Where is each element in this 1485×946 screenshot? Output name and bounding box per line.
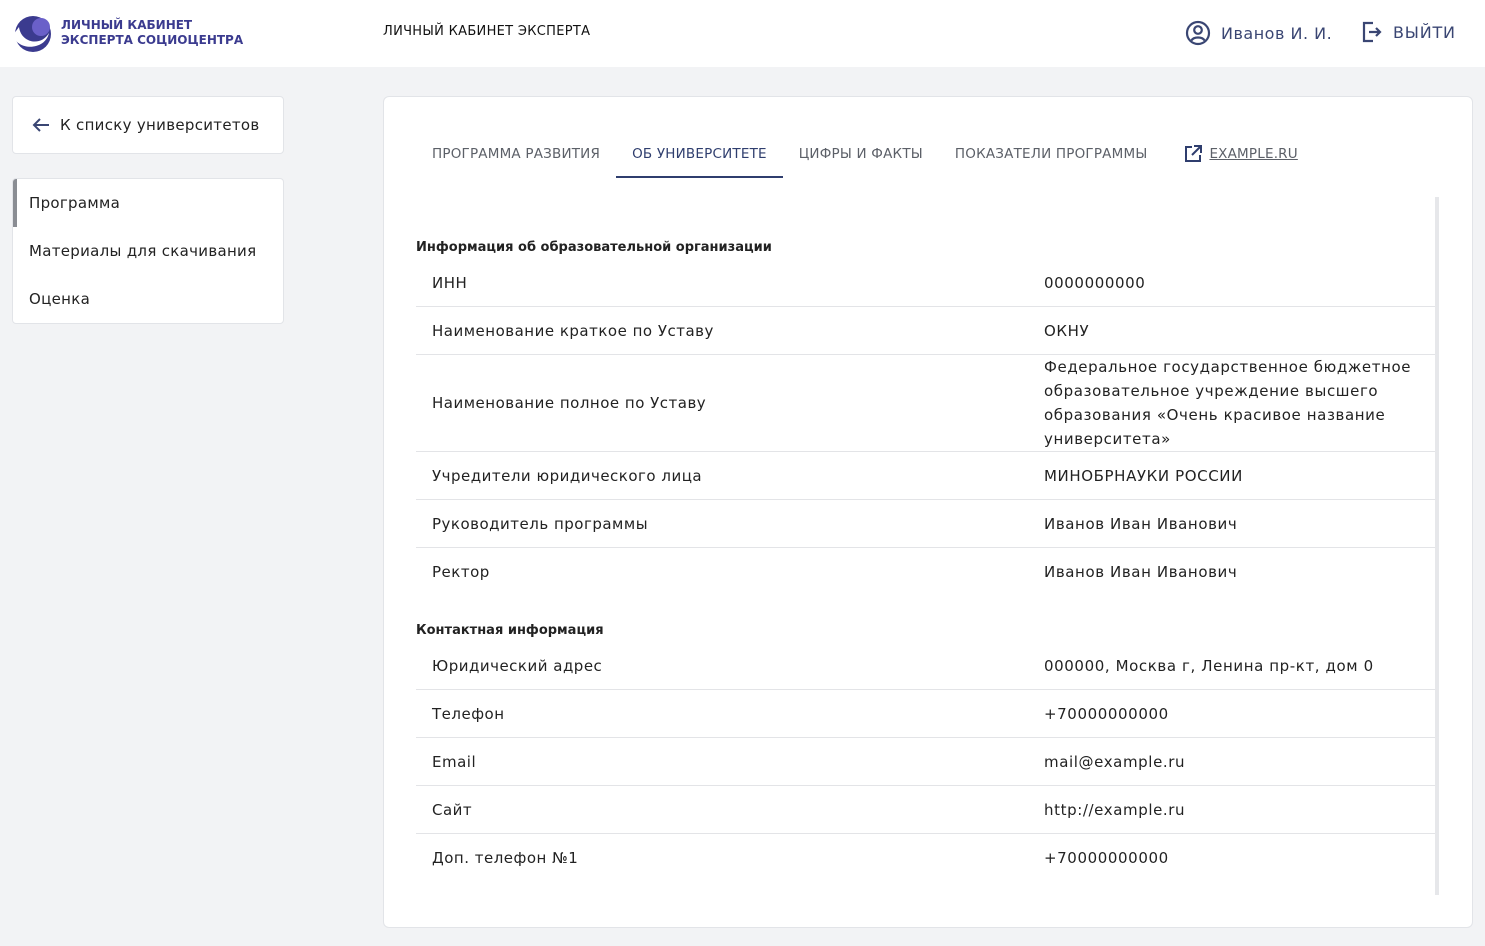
table-row: Учредители юридического лица МИНОБРНАУКИ… [416,452,1435,500]
external-link-label: EXAMPLE.RU [1209,145,1298,162]
row-label: Наименование краткое по Уставу [432,321,714,340]
sidebar-item-label: Программа [29,194,121,212]
logout-button[interactable]: ВЫЙТИ [1361,20,1456,44]
row-value: Иванов Иван Иванович [1044,563,1238,581]
row-value: МИНОБРНАУКИ РОССИИ [1044,466,1243,485]
logo-line-2: ЭКСПЕРТА СОЦИОЦЕНТРА [61,33,244,47]
table-row: Наименование полное по Уставу Федерально… [416,355,1435,452]
section-title-org-info: Информация об образовательной организаци… [416,240,772,255]
sidebar-item-program[interactable]: Программа [13,179,283,227]
row-value: +70000000000 [1044,704,1169,723]
external-link-icon [1185,144,1203,162]
user-icon [1185,20,1211,46]
row-value: Иванов Иван Иванович [1044,514,1238,533]
tab-about-university[interactable]: ОБ УНИВЕРСИТЕТЕ [616,129,783,178]
tab-program-indicators[interactable]: ПОКАЗАТЕЛИ ПРОГРАММЫ [939,129,1164,178]
section-title-contacts: Контактная информация [416,623,604,638]
sidebar-item-label: Оценка [29,290,91,308]
row-label: Наименование полное по Уставу [432,394,707,412]
row-label: Email [432,752,477,771]
row-value: http://example.ru [1044,800,1186,819]
sidebar-item-materials[interactable]: Материалы для скачивания [13,227,283,275]
sidebar-nav: Программа Материалы для скачивания Оценк… [12,178,284,324]
user-name: Иванов И. И. [1221,23,1333,43]
row-label: Юридический адрес [432,656,603,675]
table-row: Руководитель программы Иванов Иван Ивано… [416,500,1435,548]
row-label: Руководитель программы [432,514,649,533]
table-row: Сайт http://example.ru [416,786,1435,834]
main-content: ПРОГРАММА РАЗВИТИЯ ОБ УНИВЕРСИТЕТЕ ЦИФРЫ… [383,96,1473,928]
user-menu[interactable]: Иванов И. И. [1185,20,1332,46]
external-site-link[interactable]: EXAMPLE.RU [1163,129,1313,178]
tab-facts-figures[interactable]: ЦИФРЫ И ФАКТЫ [783,129,939,178]
table-row: Email mail@example.ru [416,738,1435,786]
table-row: Телефон +70000000000 [416,690,1435,738]
row-label: Ректор [432,563,490,581]
row-value: mail@example.ru [1044,752,1186,771]
row-value: +70000000000 [1044,849,1169,867]
top-bar: ЛИЧНЫЙ КАБИНЕТ ЭКСПЕРТА СОЦИОЦЕНТРА ЛИЧНЫ… [0,0,1485,67]
content-scrollbar[interactable] [1435,197,1439,895]
logo-text: ЛИЧНЫЙ КАБИНЕТ ЭКСПЕРТА СОЦИОЦЕНТРА [61,18,243,48]
app-title: ЛИЧНЫЙ КАБИНЕТ ЭКСПЕРТА [383,24,591,39]
logo[interactable]: ЛИЧНЫЙ КАБИНЕТ ЭКСПЕРТА СОЦИОЦЕНТРА [11,13,243,53]
tab-bar: ПРОГРАММА РАЗВИТИЯ ОБ УНИВЕРСИТЕТЕ ЦИФРЫ… [416,129,1314,178]
back-label: К списку университетов [60,116,260,134]
sidebar-item-label: Материалы для скачивания [29,242,257,260]
row-label: Учредители юридического лица [432,466,703,485]
row-label: Сайт [432,800,473,819]
logo-line-1: ЛИЧНЫЙ КАБИНЕТ [61,18,193,32]
logout-icon [1362,21,1382,43]
sidebar-item-evaluation[interactable]: Оценка [13,275,283,323]
row-value: 000000, Москва г, Ленина пр-кт, дом 0 [1044,656,1374,675]
logout-label: ВЫЙТИ [1393,22,1456,42]
row-value: Федеральное государственное бюджетное об… [1044,358,1412,448]
back-to-universities-button[interactable]: К списку университетов [12,96,284,154]
tab-development-program[interactable]: ПРОГРАММА РАЗВИТИЯ [416,129,616,178]
table-row: Наименование краткое по Уставу ОКНУ [416,307,1435,355]
row-label: Телефон [432,704,505,723]
table-row: Юридический адрес 000000, Москва г, Лени… [416,642,1435,690]
row-value: ОКНУ [1044,321,1090,340]
row-label: ИНН [432,273,468,292]
table-row: Ректор Иванов Иван Иванович [416,548,1435,596]
logo-icon [13,16,51,52]
table-row: ИНН 0000000000 [416,259,1435,307]
row-value: 0000000000 [1044,273,1146,292]
table-row: Доп. телефон №1 +70000000000 [416,834,1435,882]
row-label: Доп. телефон №1 [432,849,579,867]
arrow-left-icon [32,117,50,133]
